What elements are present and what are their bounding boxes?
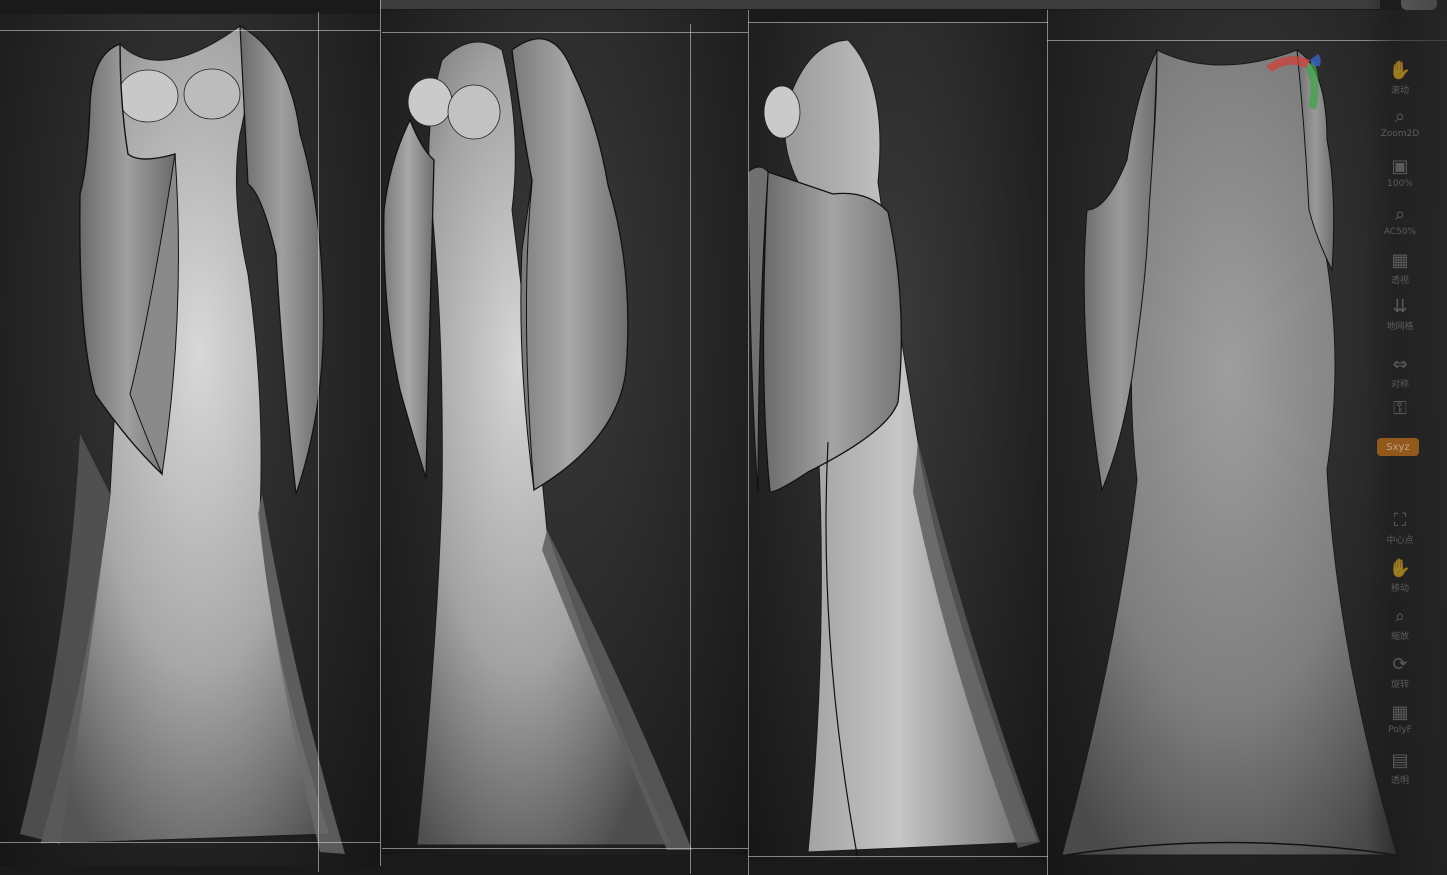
guide-line-horizontal — [748, 856, 1048, 857]
shelf-tool-label: Zoom2D — [1380, 129, 1420, 139]
shelf-tool-label: 旋转 — [1390, 680, 1409, 690]
shelf-tool-label: 100% — [1387, 179, 1413, 189]
guide-line-horizontal — [0, 842, 380, 843]
shelf-tool-polyf[interactable]: ▦ PolyF — [1377, 702, 1423, 744]
lock-icon: ⚿ — [1393, 398, 1407, 419]
shelf-tool-label: 中心点 — [1386, 536, 1414, 546]
shelf-tool-label: 透明 — [1390, 776, 1409, 786]
floor-icon: ⇊ — [1392, 296, 1408, 317]
viewport-top-strip — [380, 0, 1380, 9]
shelf-tool-lock[interactable]: ⚿ — [1377, 398, 1423, 440]
guide-line-vertical — [1047, 10, 1048, 875]
side-dress-render — [748, 39, 1040, 860]
shelf-tool-half[interactable]: ⌕ AC50% — [1377, 204, 1423, 246]
front-dress-render — [20, 24, 345, 854]
shelf-tool-label: AC50% — [1383, 227, 1417, 237]
shelf-tool-label: 移动 — [1390, 584, 1409, 594]
shelf-tool-label: 缩放 — [1390, 632, 1409, 642]
guide-line-vertical — [748, 10, 749, 875]
shelf-tool-rotate[interactable]: ⟳ 旋转 — [1377, 654, 1423, 696]
three-quarter-dress-render — [383, 38, 692, 850]
xyz-symmetry-button[interactable]: Sxyz — [1377, 438, 1419, 456]
guide-line-vertical — [380, 0, 381, 866]
front-view — [0, 14, 380, 866]
shelf-tool-label: PolyF — [1388, 725, 1412, 735]
shelf-tool-floor[interactable]: ⇊ 地网格 — [1377, 296, 1423, 338]
hand-icon: ✋ — [1388, 60, 1412, 81]
guide-line-horizontal — [382, 32, 748, 33]
shelf-tool-zoom2d[interactable]: ⌕ Zoom2D — [1377, 106, 1423, 148]
shelf-tool-zoom[interactable]: ⌕ 缩放 — [1377, 606, 1423, 648]
guide-line-vertical — [690, 24, 691, 874]
shelf-tool-label: 地网格 — [1386, 322, 1414, 332]
magnifier-icon: ⌕ — [1394, 106, 1406, 127]
transparent-icon: ▤ — [1391, 750, 1409, 771]
shelf-tool-perspective[interactable]: ▦ 透视 — [1377, 250, 1423, 292]
guide-line-vertical — [318, 12, 319, 872]
side-view — [748, 22, 1046, 860]
shelf-tool-label: 透视 — [1390, 276, 1409, 286]
shelf-tool-actual[interactable]: ▣ 100% — [1377, 156, 1423, 198]
shelf-tool-frame[interactable]: ⛶ 中心点 — [1377, 510, 1423, 552]
shelf-tool-scroll[interactable]: ✋ 滚动 — [1377, 60, 1423, 102]
rotate-icon: ⟳ — [1392, 654, 1408, 675]
grid-icon: ▦ — [1391, 250, 1409, 271]
magnifier-half-icon: ⌕ — [1394, 204, 1406, 225]
guide-line-horizontal — [382, 848, 748, 849]
right-shelf: ✋ 滚动 ⌕ Zoom2D ▣ 100% ⌕ AC50% ▦ 透视 ⇊ 地网格 ⇔ 对称 ⚿ ⛶ 中心点 ✋ 移动 ⌕… — [1365, 0, 1447, 875]
axis-gizmo[interactable] — [1258, 44, 1322, 114]
three-quarter-view — [382, 10, 748, 855]
zoom-icon: ⌕ — [1394, 606, 1406, 627]
square-icon: ▣ — [1391, 156, 1409, 177]
move-hand-icon: ✋ — [1388, 558, 1412, 579]
snap-icon: ⇔ — [1392, 354, 1408, 375]
shelf-tool-snap[interactable]: ⇔ 对称 — [1377, 354, 1423, 396]
shelf-tool-label: 滚动 — [1390, 86, 1409, 96]
frame-icon: ⛶ — [1393, 510, 1407, 531]
shelf-tool-transp[interactable]: ▤ 透明 — [1377, 750, 1423, 792]
guide-line-horizontal — [748, 22, 1048, 23]
guide-line-horizontal — [0, 30, 380, 31]
shelf-tool-label: 对称 — [1390, 380, 1409, 390]
shelf-tool-move[interactable]: ✋ 移动 — [1377, 558, 1423, 600]
polyframe-icon: ▦ — [1391, 702, 1409, 723]
